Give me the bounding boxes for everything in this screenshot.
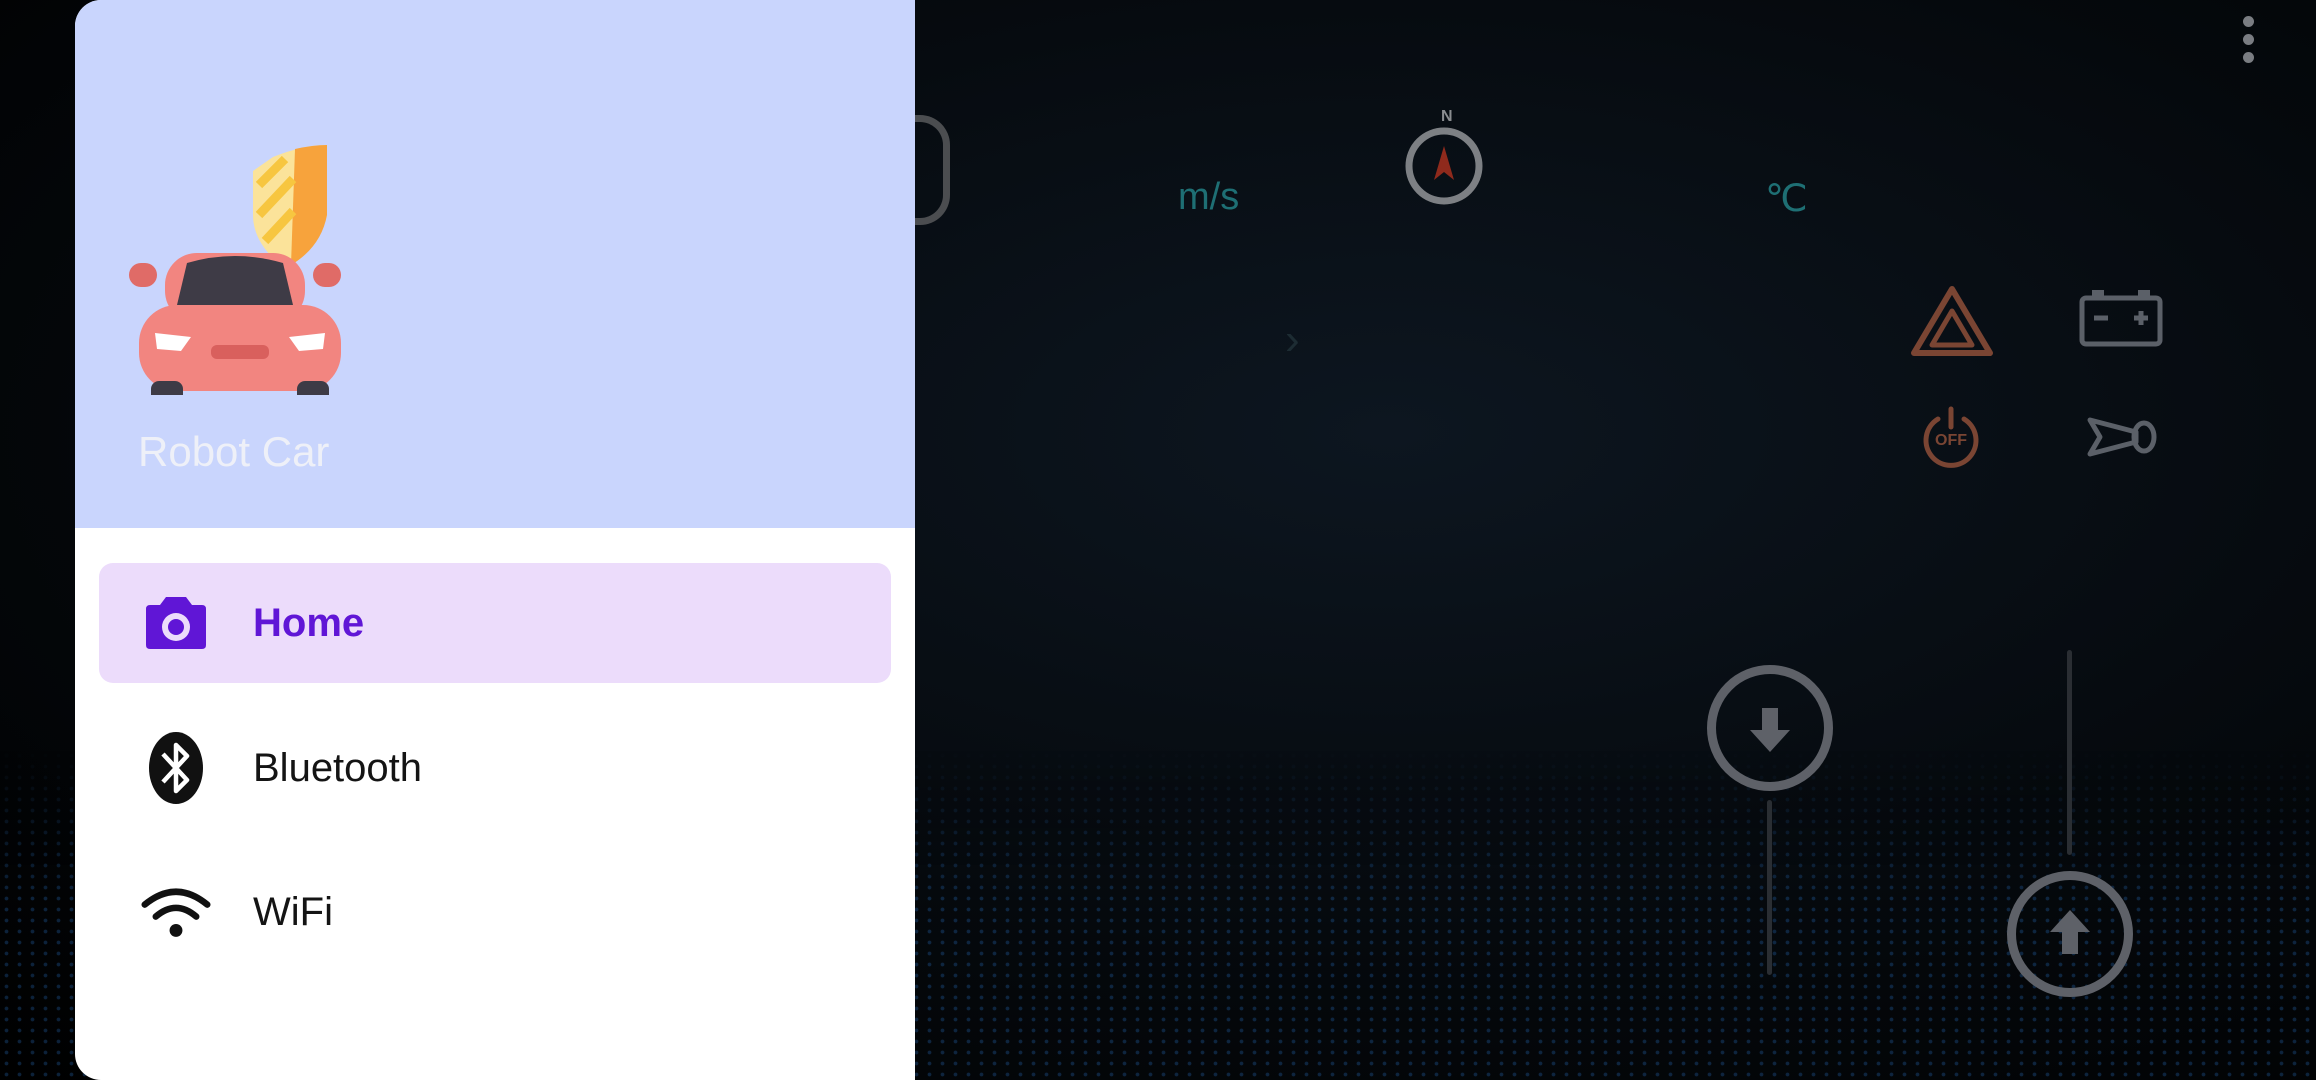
chevron-right-icon: › [1285, 315, 1300, 364]
horn-icon[interactable] [2086, 412, 2158, 462]
compass-icon [1405, 127, 1483, 205]
speed-unit-label: m/s [1178, 176, 1240, 218]
move-backward-button[interactable] [1707, 665, 1833, 791]
nav-label-bluetooth: Bluetooth [253, 745, 423, 790]
power-off-button[interactable]: OFF [1918, 405, 1984, 471]
bluetooth-icon [141, 732, 211, 804]
reverse-slider-track[interactable] [1767, 800, 1772, 975]
forward-slider-track[interactable] [2067, 650, 2072, 855]
camera-icon [141, 588, 211, 658]
nav-label-wifi: WiFi [253, 889, 333, 934]
hazard-warning-icon[interactable] [1910, 285, 1994, 357]
robot-car-logo-icon [129, 145, 341, 395]
wifi-icon [141, 877, 211, 947]
nav-item-home[interactable]: Home [99, 563, 891, 683]
nav-item-wifi[interactable]: WiFi [99, 852, 891, 972]
arrow-up-icon [2050, 910, 2090, 954]
battery-icon[interactable] [2078, 288, 2164, 348]
temperature-unit-label: ℃ [1765, 178, 1808, 220]
app-title: Robot Car [138, 428, 330, 475]
navigation-drawer: Robot Car Home Bluetooth WiFi [75, 0, 915, 1080]
nav-item-bluetooth[interactable]: Bluetooth [99, 708, 891, 828]
power-off-label: OFF [1935, 432, 1967, 449]
arrow-down-icon [1750, 708, 1790, 752]
move-forward-button[interactable] [2007, 871, 2133, 997]
nav-label-home: Home [253, 600, 365, 645]
compass-north-label: N [1441, 108, 1453, 125]
drawer-header: Robot Car [75, 0, 915, 528]
overflow-menu-icon[interactable] [2236, 16, 2260, 74]
